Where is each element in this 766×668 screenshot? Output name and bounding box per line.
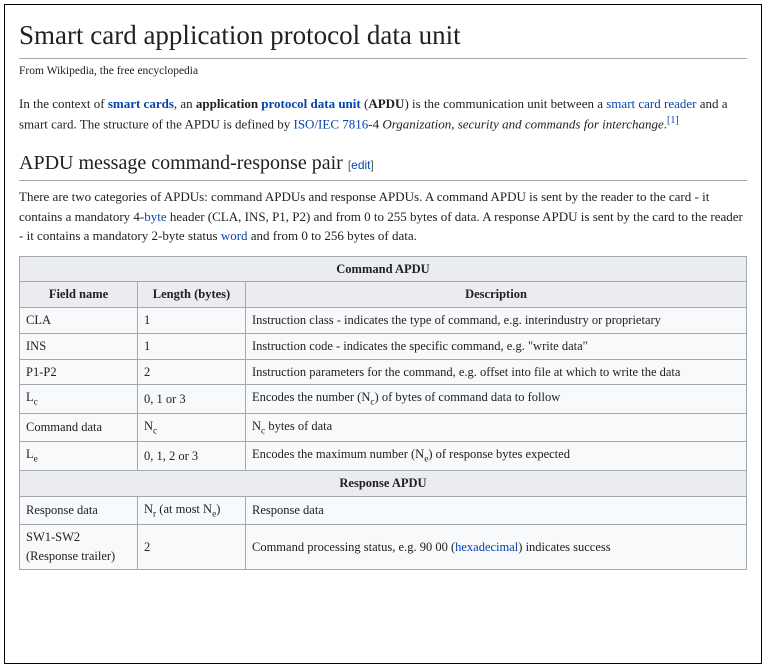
link-byte[interactable]: byte (144, 209, 166, 224)
section-paragraph: There are two categories of APDUs: comma… (19, 187, 747, 246)
col-length: Length (bytes) (138, 282, 246, 308)
intro-paragraph: In the context of smart cards, an applic… (19, 94, 747, 134)
table-row: Le 0, 1, 2 or 3 Encodes the maximum numb… (20, 442, 747, 471)
link-smart-cards[interactable]: smart cards (108, 96, 174, 111)
table-row: CLA1Instruction class - indicates the ty… (20, 308, 747, 334)
link-hexadecimal[interactable]: hexadecimal (455, 540, 518, 554)
subtitle: From Wikipedia, the free encyclopedia (19, 63, 747, 80)
table-row: SW1-SW2 (Response trailer) 2 Command pro… (20, 525, 747, 570)
table-row: INS1Instruction code - indicates the spe… (20, 333, 747, 359)
command-apdu-header: Command APDU (20, 256, 747, 282)
table-row: Command data Nc Nc bytes of data (20, 413, 747, 442)
link-iso-iec-7816[interactable]: ISO/IEC 7816 (294, 117, 369, 132)
table-row: Lc 0, 1 or 3 Encodes the number (Nc) of … (20, 385, 747, 414)
col-field-name: Field name (20, 282, 138, 308)
page-title: Smart card application protocol data uni… (19, 15, 747, 59)
table-row: Response data Nr (at most Ne) Response d… (20, 496, 747, 525)
link-word[interactable]: word (221, 228, 248, 243)
article-frame: { "title": "Smart card application proto… (4, 4, 762, 664)
response-apdu-header: Response APDU (20, 471, 747, 497)
edit-section: [edit] (348, 158, 374, 172)
link-smart-card-reader[interactable]: smart card reader (606, 96, 696, 111)
col-description: Description (246, 282, 747, 308)
link-pdu[interactable]: protocol data unit (261, 96, 360, 111)
table-row: P1-P22Instruction parameters for the com… (20, 359, 747, 385)
apdu-table: Command APDU Field name Length (bytes) D… (19, 256, 747, 570)
reference-1[interactable]: [1] (667, 115, 679, 126)
edit-link[interactable]: edit (351, 158, 370, 172)
section-heading: APDU message command-response pair [edit… (19, 148, 747, 181)
